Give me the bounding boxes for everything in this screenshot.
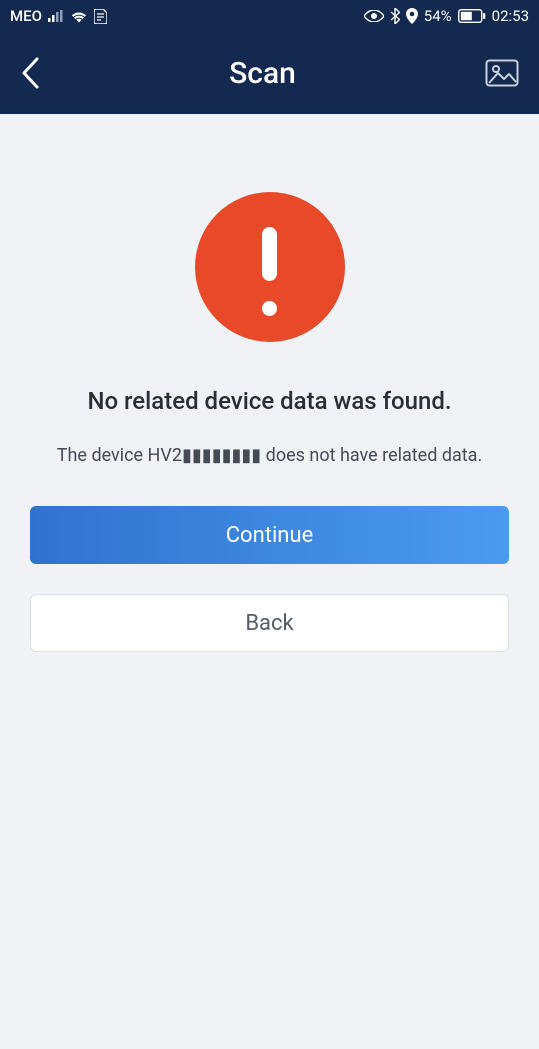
carrier-label: MEO bbox=[10, 7, 42, 25]
bluetooth-icon bbox=[390, 8, 400, 24]
page-title: Scan bbox=[229, 56, 296, 91]
location-icon bbox=[406, 8, 418, 24]
continue-button[interactable]: Continue bbox=[30, 506, 509, 564]
content-area: No related device data was found. The de… bbox=[0, 192, 539, 652]
cellular-signal-icon bbox=[48, 10, 64, 22]
back-icon[interactable] bbox=[20, 56, 40, 90]
status-left: MEO bbox=[10, 7, 107, 25]
battery-icon bbox=[458, 9, 486, 23]
error-subtext: The device HV2▮▮▮▮▮▮▮▮ does not have rel… bbox=[30, 445, 509, 466]
app-header: Scan bbox=[0, 32, 539, 114]
status-right: 54% 02:53 bbox=[364, 7, 529, 25]
sim-card-icon bbox=[94, 9, 107, 24]
error-heading: No related device data was found. bbox=[30, 387, 509, 415]
status-bar: MEO bbox=[0, 0, 539, 32]
wifi-icon bbox=[70, 10, 88, 23]
alert-icon bbox=[195, 192, 345, 342]
eye-icon bbox=[364, 10, 384, 22]
clock-time: 02:53 bbox=[492, 7, 529, 25]
gallery-icon[interactable] bbox=[485, 59, 519, 87]
back-button[interactable]: Back bbox=[30, 594, 509, 652]
battery-percent: 54% bbox=[424, 7, 452, 25]
